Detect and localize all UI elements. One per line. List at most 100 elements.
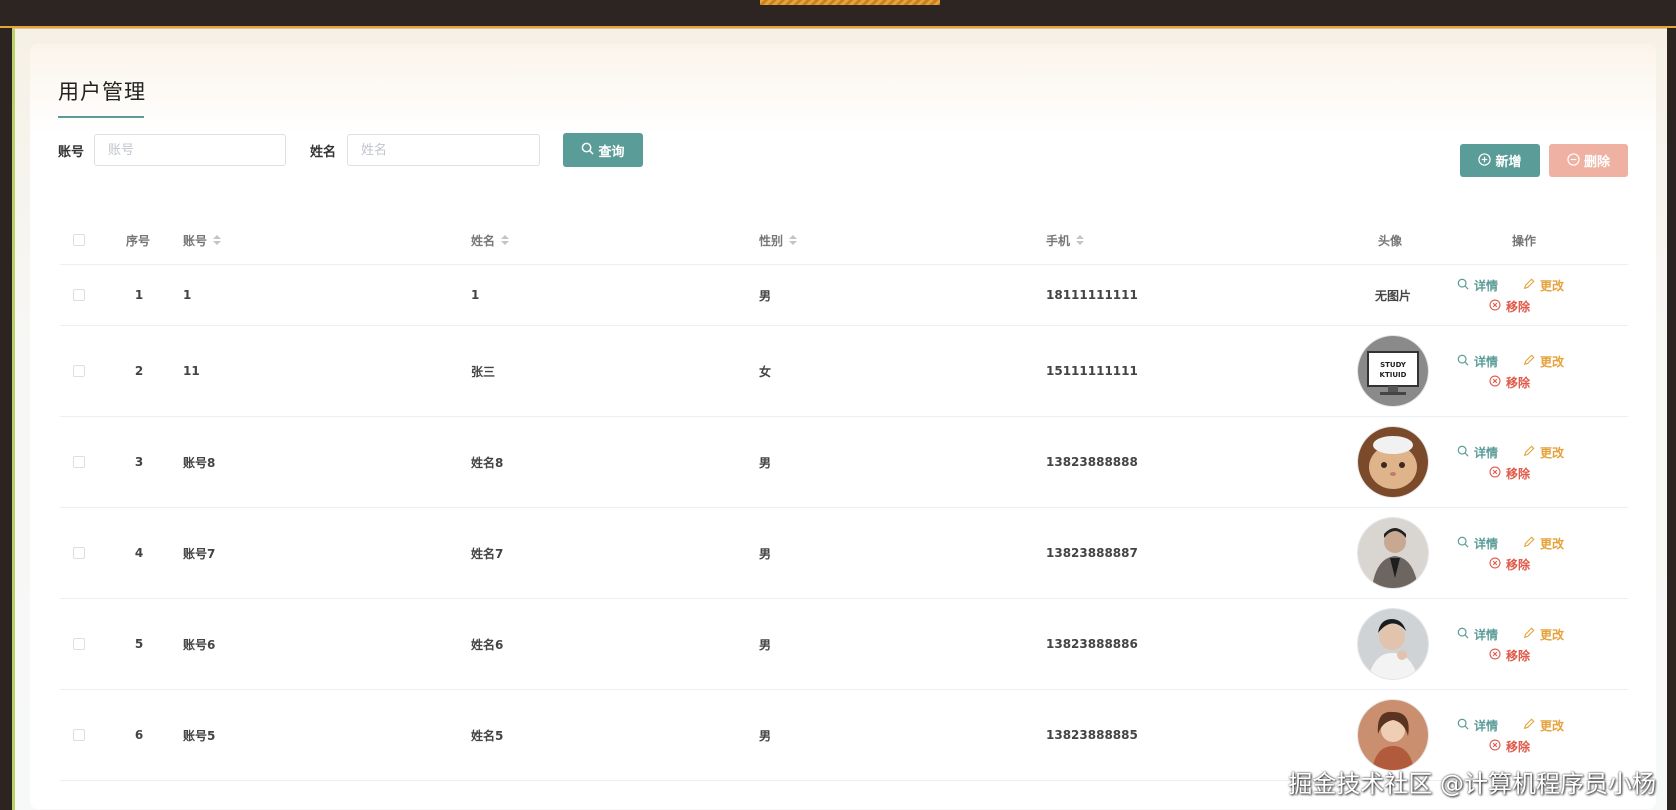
edit-button[interactable]: 更改 xyxy=(1523,444,1564,461)
row-select-cell xyxy=(73,690,85,780)
edit-label: 更改 xyxy=(1540,279,1565,293)
edit-button[interactable]: 更改 xyxy=(1523,535,1564,552)
row-actions: 详情 更改 移除 xyxy=(1457,599,1589,689)
close-circle-icon xyxy=(1489,648,1501,663)
add-button[interactable]: 新增 xyxy=(1460,144,1540,177)
cell-name: 1 xyxy=(471,288,480,302)
cell-gender: 男 xyxy=(759,455,772,470)
detail-button[interactable]: 详情 xyxy=(1457,535,1498,552)
edit-label: 更改 xyxy=(1540,628,1565,642)
detail-button[interactable]: 详情 xyxy=(1457,277,1498,294)
query-button[interactable]: 查询 xyxy=(563,133,643,167)
row-select-cell xyxy=(73,326,85,416)
no-image-text: 无图片 xyxy=(1374,288,1411,303)
user-avatar[interactable] xyxy=(1358,427,1428,497)
cell-gender: 男 xyxy=(759,728,772,743)
row-select-cell xyxy=(73,265,85,325)
detail-label: 详情 xyxy=(1474,628,1499,642)
row-checkbox[interactable] xyxy=(73,456,85,468)
table-body: 1 1 1 男 18111111111 无图片 详情 更改 移除 2 11 张三… xyxy=(60,265,1628,781)
cell-account: 11 xyxy=(183,364,200,378)
sort-caret-icon[interactable] xyxy=(789,235,798,245)
cell-name: 姓名6 xyxy=(471,637,504,652)
cell-avatar: STUDY KTIUID xyxy=(1343,326,1443,416)
sort-caret-icon[interactable] xyxy=(213,235,222,245)
header-name-label: 姓名 xyxy=(471,233,496,248)
page-title: 用户管理 xyxy=(58,80,146,104)
user-avatar[interactable] xyxy=(1358,700,1428,770)
header-account[interactable]: 账号 xyxy=(183,216,222,264)
active-tab-indicator[interactable] xyxy=(760,0,940,5)
cell-account: 1 xyxy=(183,288,192,302)
row-checkbox[interactable] xyxy=(73,547,85,559)
detail-button[interactable]: 详情 xyxy=(1457,444,1498,461)
row-actions: 详情 更改 移除 xyxy=(1457,265,1589,325)
search-icon xyxy=(1457,445,1469,460)
user-avatar[interactable]: STUDY KTIUID xyxy=(1358,336,1428,406)
table-row[interactable]: 1 1 1 男 18111111111 无图片 详情 更改 移除 xyxy=(60,265,1628,326)
cell-name: 姓名8 xyxy=(471,455,504,470)
edit-pencil-icon xyxy=(1523,718,1535,733)
table-row[interactable]: 3 账号8 姓名8 男 13823888888 详情 更改 移除 xyxy=(60,417,1628,508)
cell-avatar xyxy=(1343,417,1443,507)
close-circle-icon xyxy=(1489,739,1501,754)
top-bar xyxy=(0,0,1676,28)
cell-phone: 13823888886 xyxy=(1046,637,1138,651)
svg-text:STUDY: STUDY xyxy=(1380,361,1407,369)
minus-circle-icon xyxy=(1567,152,1580,169)
detail-button[interactable]: 详情 xyxy=(1457,717,1498,734)
row-select-cell xyxy=(73,417,85,507)
header-phone-label: 手机 xyxy=(1046,233,1071,248)
row-actions: 详情 更改 移除 xyxy=(1457,417,1589,507)
header-gender[interactable]: 性别 xyxy=(759,216,798,264)
remove-label: 移除 xyxy=(1506,558,1531,572)
detail-button[interactable]: 详情 xyxy=(1457,626,1498,643)
detail-button[interactable]: 详情 xyxy=(1457,353,1498,370)
edit-pencil-icon xyxy=(1523,445,1535,460)
row-checkbox[interactable] xyxy=(73,638,85,650)
query-button-label: 查询 xyxy=(598,144,625,160)
search-icon xyxy=(1457,278,1469,293)
sort-caret-icon[interactable] xyxy=(1076,235,1085,245)
remove-button[interactable]: 移除 xyxy=(1489,298,1530,315)
remove-button[interactable]: 移除 xyxy=(1489,374,1530,391)
sort-caret-icon[interactable] xyxy=(501,235,510,245)
row-checkbox[interactable] xyxy=(73,729,85,741)
row-checkbox[interactable] xyxy=(73,289,85,301)
table-row[interactable]: 2 11 张三 女 15111111111 STUDY KTIUID 详情 更改 … xyxy=(60,326,1628,417)
edit-button[interactable]: 更改 xyxy=(1523,277,1564,294)
header-gender-label: 性别 xyxy=(759,233,784,248)
cell-name: 姓名5 xyxy=(471,728,504,743)
add-button-label: 新增 xyxy=(1495,155,1522,170)
detail-label: 详情 xyxy=(1474,719,1499,733)
remove-button[interactable]: 移除 xyxy=(1489,556,1530,573)
name-search-input[interactable] xyxy=(347,134,540,166)
title-underline xyxy=(58,116,144,118)
user-avatar[interactable] xyxy=(1358,518,1428,588)
edit-button[interactable]: 更改 xyxy=(1523,717,1564,734)
edit-label: 更改 xyxy=(1540,719,1565,733)
row-checkbox[interactable] xyxy=(73,365,85,377)
select-all-cell xyxy=(73,216,85,264)
table-row[interactable]: 4 账号7 姓名7 男 13823888887 详情 更改 移除 xyxy=(60,508,1628,599)
remove-button[interactable]: 移除 xyxy=(1489,647,1530,664)
delete-button[interactable]: 删除 xyxy=(1549,144,1628,177)
remove-button[interactable]: 移除 xyxy=(1489,465,1530,482)
edit-button[interactable]: 更改 xyxy=(1523,353,1564,370)
table-header: 序号 账号 姓名 性别 手机 头像 操作 xyxy=(60,216,1628,265)
user-avatar[interactable] xyxy=(1358,609,1428,679)
table-row[interactable]: 5 账号6 姓名6 男 13823888886 详情 更改 移除 xyxy=(60,599,1628,690)
search-icon xyxy=(1457,627,1469,642)
row-actions: 详情 更改 移除 xyxy=(1457,326,1589,416)
remove-label: 移除 xyxy=(1506,376,1531,390)
header-phone[interactable]: 手机 xyxy=(1046,216,1085,264)
cell-name: 姓名7 xyxy=(471,546,504,561)
account-search-input[interactable] xyxy=(94,134,286,166)
cell-avatar xyxy=(1343,508,1443,598)
header-name[interactable]: 姓名 xyxy=(471,216,510,264)
edit-button[interactable]: 更改 xyxy=(1523,626,1564,643)
cell-gender: 男 xyxy=(759,288,772,303)
cell-phone: 13823888887 xyxy=(1046,546,1138,560)
select-all-checkbox[interactable] xyxy=(73,234,85,246)
remove-button[interactable]: 移除 xyxy=(1489,738,1530,755)
